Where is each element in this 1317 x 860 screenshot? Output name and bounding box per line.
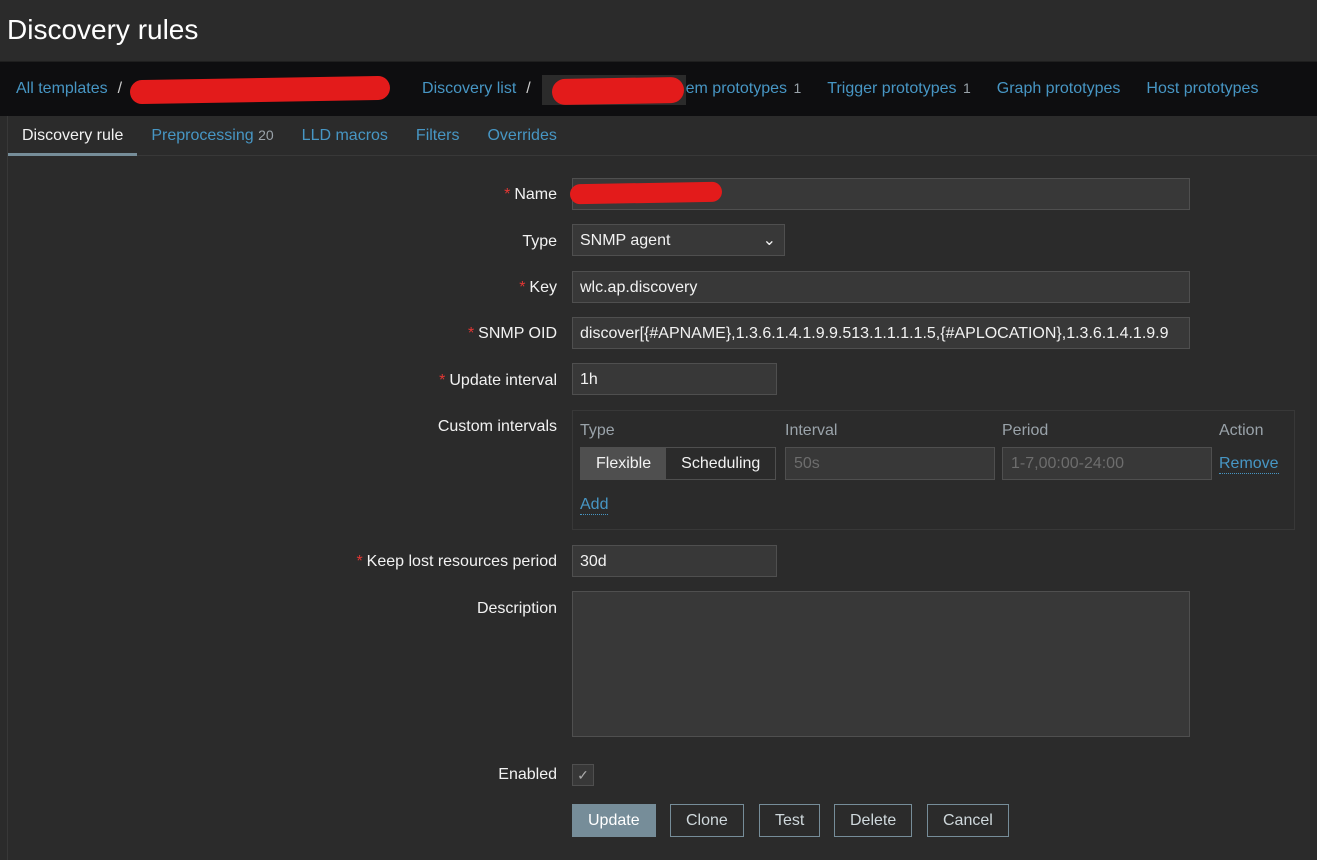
custom-intervals-table: Type Interval Period Action Flexible Sch… <box>572 410 1295 530</box>
tab-overrides[interactable]: Overrides <box>473 116 570 156</box>
trigger-prototypes-link[interactable]: Trigger prototypes 1 <box>827 80 971 98</box>
flexible-option[interactable]: Flexible <box>581 448 667 479</box>
custom-intervals-label: Custom intervals <box>437 418 557 435</box>
remove-link[interactable]: Remove <box>1219 455 1279 474</box>
tab-bar: Discovery rule Preprocessing 20 LLD macr… <box>8 116 1317 156</box>
key-label: * Key <box>519 279 557 296</box>
scheduling-option[interactable]: Scheduling <box>666 448 775 479</box>
form-panel: Discovery rule Preprocessing 20 LLD macr… <box>7 116 1317 860</box>
enabled-label: Enabled <box>498 766 557 783</box>
enabled-checkbox[interactable]: ✓ <box>572 764 594 786</box>
interval-input[interactable]: 50s <box>785 447 995 480</box>
cancel-button[interactable]: Cancel <box>927 804 1009 837</box>
graph-prototypes-link[interactable]: Graph prototypes <box>997 80 1121 98</box>
update-interval-label: * Update interval <box>439 372 557 389</box>
keep-lost-input[interactable]: 30d <box>572 545 777 577</box>
period-input[interactable]: 1-7,00:00-24:00 <box>1002 447 1212 480</box>
update-button[interactable]: Update <box>572 804 656 837</box>
add-link[interactable]: Add <box>580 496 609 515</box>
description-textarea[interactable] <box>572 591 1190 737</box>
all-templates-link[interactable]: All templates <box>16 80 108 98</box>
redaction-mark <box>129 75 391 105</box>
keep-lost-label: * Keep lost resources period <box>356 553 557 570</box>
snmp-oid-label: * SNMP OID <box>467 325 557 342</box>
item-prototypes-link[interactable]: Item prototypes 1 <box>677 80 802 98</box>
host-prototypes-link[interactable]: Host prototypes <box>1146 80 1258 98</box>
discovery-list-link[interactable]: Discovery list <box>422 80 516 98</box>
description-label: Description <box>476 600 557 617</box>
type-label: Type <box>522 233 557 250</box>
check-icon: ✓ <box>577 767 589 783</box>
type-select[interactable]: SNMP agent ⌄ <box>572 224 785 256</box>
clone-button[interactable]: Clone <box>670 804 744 837</box>
key-input[interactable]: wlc.ap.discovery <box>572 271 1190 303</box>
redaction-mark <box>569 181 723 205</box>
name-label: * Name <box>504 186 557 203</box>
tab-lld-macros[interactable]: LLD macros <box>288 116 402 156</box>
tab-discovery-rule[interactable]: Discovery rule <box>8 116 138 156</box>
update-interval-input[interactable]: 1h <box>572 363 777 395</box>
snmp-oid-input[interactable]: discover[{#APNAME},1.3.6.1.4.1.9.9.513.1… <box>572 317 1190 349</box>
chevron-down-icon: ⌄ <box>762 232 776 249</box>
tab-filters[interactable]: Filters <box>402 116 474 156</box>
test-button[interactable]: Test <box>759 804 821 837</box>
interval-type-toggle: Flexible Scheduling <box>580 447 777 480</box>
page-title: Discovery rules <box>7 14 199 45</box>
page-header: Discovery rules <box>0 0 1317 62</box>
delete-button[interactable]: Delete <box>834 804 913 837</box>
redaction-mark <box>551 76 685 106</box>
tab-preprocessing[interactable]: Preprocessing 20 <box>137 116 287 156</box>
